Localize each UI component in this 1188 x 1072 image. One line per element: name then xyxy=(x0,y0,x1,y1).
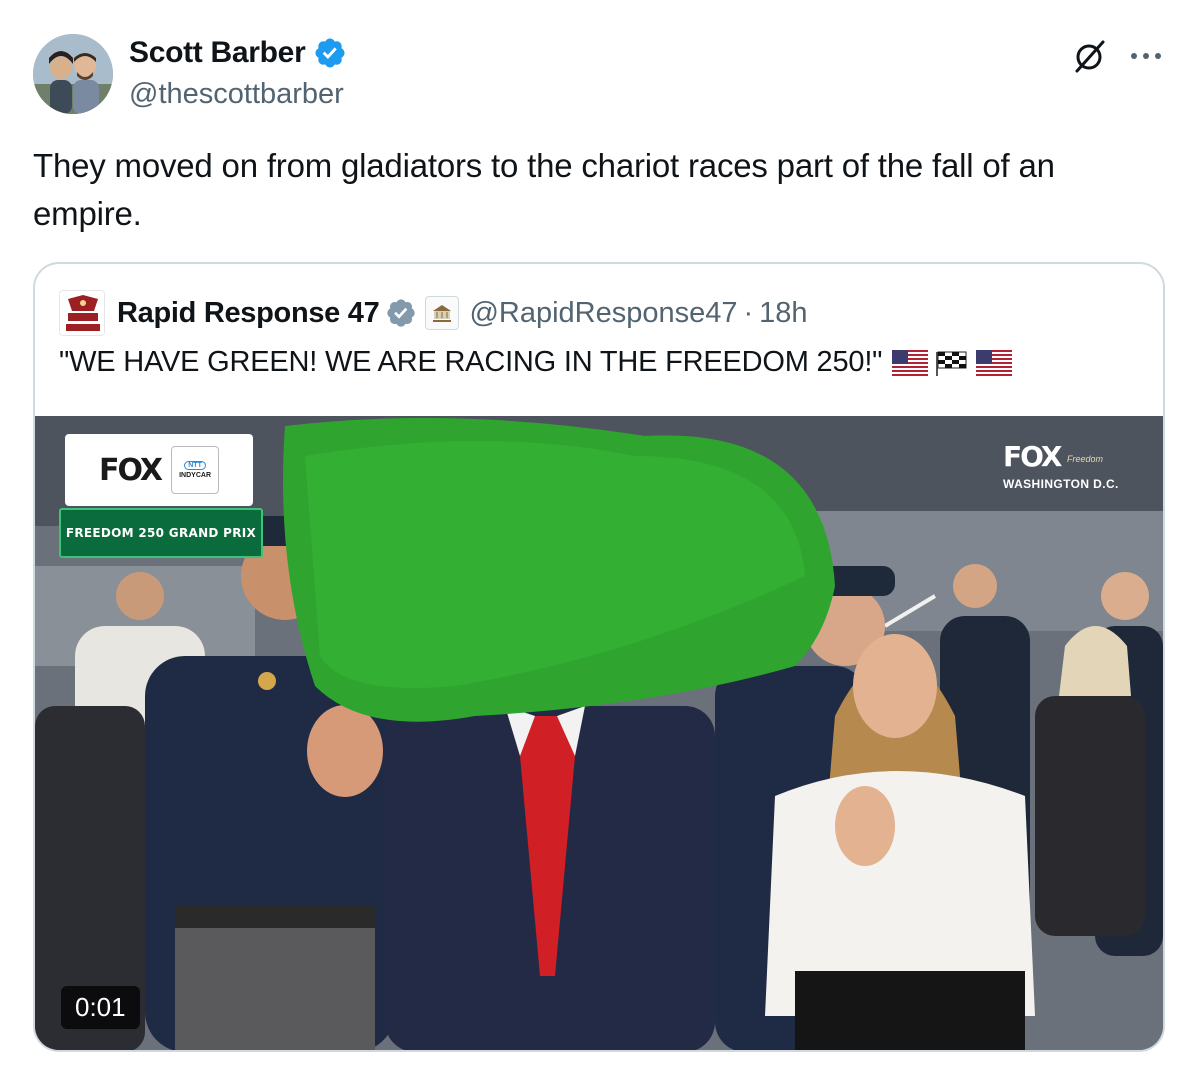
checkered-flag-icon xyxy=(936,351,967,376)
grok-icon xyxy=(1075,40,1105,73)
rapid-response-logo-icon xyxy=(60,291,104,335)
author-avatar[interactable] xyxy=(33,34,113,114)
author-display-name[interactable]: Scott Barber xyxy=(129,36,306,70)
ntt-label: NTT xyxy=(184,461,206,470)
avatar-photo xyxy=(33,34,113,114)
race-title-banner: FREEDOM 250 GRAND PRIX xyxy=(59,508,263,558)
quote-avatar[interactable] xyxy=(59,290,105,336)
quote-verified-badge-icon[interactable] xyxy=(385,297,417,329)
author-name-row: Scott Barber xyxy=(129,36,347,70)
us-flag-icon xyxy=(976,349,1013,376)
video-player[interactable]: FOX NTT INDYCAR FREEDOM 250 GRAND PRIX F… xyxy=(35,416,1163,1050)
us-flag-icon xyxy=(892,349,929,376)
affiliate-badge[interactable] xyxy=(425,296,460,330)
video-timestamp: 0:01 xyxy=(61,986,140,1029)
indycar-logo: NTT INDYCAR xyxy=(171,446,220,494)
white-house-seal-icon xyxy=(433,305,452,322)
fox-watermark: FOX Freedom WASHINGTON D.C. xyxy=(1003,440,1119,491)
more-icon xyxy=(1131,53,1161,59)
fox-indycar-logo: FOX NTT INDYCAR xyxy=(65,434,253,506)
quote-handle[interactable]: @RapidResponse47 xyxy=(469,297,737,330)
indycar-label: INDYCAR xyxy=(179,472,211,479)
location-text: WASHINGTON D.C. xyxy=(1003,477,1119,491)
tweet-text: They moved on from gladiators to the cha… xyxy=(33,147,1055,232)
fox-logo-text: FOX xyxy=(99,452,163,488)
verified-badge-icon[interactable] xyxy=(313,36,347,70)
quote-separator: · xyxy=(743,296,754,329)
quote-timestamp[interactable]: 18h xyxy=(759,297,807,330)
tweet: Scott Barber @thescottbarber They moved … xyxy=(0,0,1188,1072)
freedom-watermark-text: Freedom xyxy=(1067,454,1104,464)
grok-button[interactable] xyxy=(1068,36,1112,76)
quote-text-content: "WE HAVE GREEN! WE ARE RACING IN THE FRE… xyxy=(59,346,883,378)
quoted-tweet[interactable]: Rapid Response 47 @RapidResponse47 · 18h xyxy=(33,262,1165,1052)
quote-display-name[interactable]: Rapid Response 47 xyxy=(117,297,380,330)
quote-text: "WE HAVE GREEN! WE ARE RACING IN THE FRE… xyxy=(59,346,1013,379)
quote-header: Rapid Response 47 @RapidResponse47 · 18h xyxy=(59,288,808,338)
author-handle[interactable]: @thescottbarber xyxy=(129,78,344,111)
more-button[interactable] xyxy=(1126,36,1166,76)
